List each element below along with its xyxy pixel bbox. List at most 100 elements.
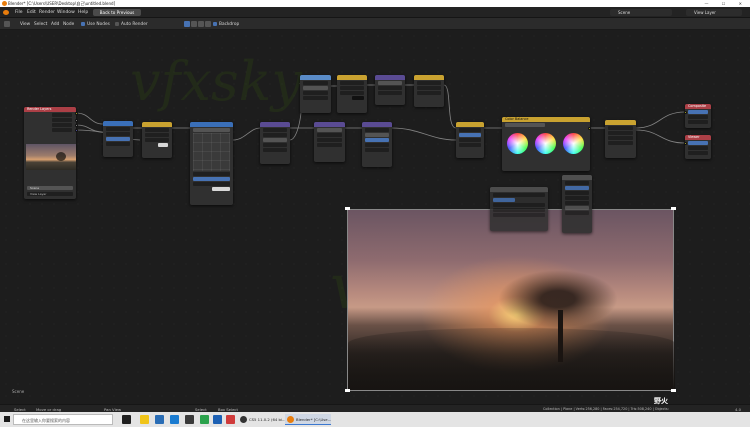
node-rgb-curves[interactable]	[190, 122, 233, 205]
glare-row-2	[303, 86, 328, 90]
node-mix-3[interactable]	[414, 75, 444, 107]
header-node[interactable]: Node	[63, 22, 74, 27]
mix-5-row-4	[608, 141, 633, 145]
view-layer-selector[interactable]: View Layer	[686, 9, 742, 16]
windows-taskbar: 在这里输入你要搜索的内容 CS5 11.0.2 (64 bi... Blende…	[0, 397, 750, 427]
backdrop-handle-tl[interactable]	[345, 207, 350, 210]
socket-render-normal[interactable]	[75, 129, 78, 132]
color-wheel-gain[interactable]	[563, 133, 584, 154]
backdrop-handle-tr[interactable]	[671, 207, 676, 210]
node-filter-4[interactable]	[362, 122, 392, 167]
socket-composite-image[interactable]	[684, 111, 687, 114]
curves-graph[interactable]	[193, 133, 230, 171]
mix-2-black-swatch[interactable]	[352, 96, 364, 100]
windows-start-icon[interactable]	[4, 416, 10, 422]
node-side-panel[interactable]	[562, 175, 592, 233]
node-mix-4[interactable]	[456, 122, 484, 158]
node-editor-header: View Select Add Node Use Nodes Auto Rend…	[0, 18, 750, 30]
socket-viewer-image[interactable]	[684, 142, 687, 145]
node-convert[interactable]	[103, 121, 133, 157]
blender-statusbar: Select Move or drag Pan View Select Box …	[0, 404, 750, 412]
socket-render-alpha[interactable]	[75, 119, 78, 122]
backdrop-handle-bl[interactable]	[345, 389, 350, 392]
header-view[interactable]: View	[20, 22, 30, 27]
mix-3-row-1	[417, 81, 441, 85]
filter-2-row-3	[378, 91, 402, 95]
composite-use-alpha[interactable]	[688, 110, 708, 114]
filter-4-row-5	[365, 148, 389, 152]
world-nodes-icon[interactable]	[205, 20, 211, 27]
blender-menu-icon[interactable]	[3, 10, 9, 15]
auto-render-checkbox[interactable]	[115, 21, 119, 26]
render-layers-output-normal	[52, 128, 72, 132]
node-mix-1[interactable]	[142, 122, 172, 158]
corner-logo-watermark: 野火	[654, 397, 668, 405]
filter-4-header	[362, 122, 392, 127]
mix-3-row-2	[417, 86, 441, 90]
header-select[interactable]: Select	[34, 22, 47, 27]
taskbar-app-blender[interactable]: Blender* [C:\Use...	[285, 414, 331, 425]
node-color-balance[interactable]: Color Balance	[502, 117, 590, 171]
taskbar-app-icon-7[interactable]	[226, 415, 235, 424]
viewer-image	[688, 146, 708, 150]
socket-render-depth[interactable]	[75, 124, 78, 127]
mix-3-header	[414, 75, 444, 80]
color-wheel-lift[interactable]	[507, 133, 528, 154]
back-to-previous-button[interactable]: Back to Previous	[93, 9, 141, 16]
menu-window[interactable]: Window	[57, 10, 75, 15]
edge-icon[interactable]	[170, 415, 179, 424]
scene-selector[interactable]: Scene	[610, 9, 672, 16]
mix-1-color-swatch[interactable]	[158, 143, 168, 147]
taskbar-app-icon-6[interactable]	[213, 415, 222, 424]
header-add[interactable]: Add	[51, 22, 59, 27]
color-balance-mode[interactable]	[505, 123, 545, 127]
mix-1-row-2	[145, 133, 169, 137]
blender-app-icon	[287, 416, 294, 423]
taskbar-app-cs5[interactable]: CS5 11.0.2 (64 bi...	[238, 414, 286, 425]
render-layers-output-depth	[52, 123, 72, 127]
node-viewer[interactable]: Viewer	[685, 135, 711, 159]
taskbar-app-icon-5[interactable]	[200, 415, 209, 424]
store-icon[interactable]	[155, 415, 164, 424]
task-view-icon[interactable]	[122, 415, 131, 424]
node-composite[interactable]: Composite	[685, 104, 711, 128]
compositor-icon[interactable]	[184, 20, 190, 27]
mix-2-row-2	[340, 86, 364, 90]
menu-file[interactable]: File	[15, 10, 23, 15]
window-controls[interactable]: — ☐ ✕	[705, 1, 748, 6]
curves-white-swatch[interactable]	[212, 187, 230, 191]
color-wheel-gamma[interactable]	[535, 133, 556, 154]
socket-color-balance-out[interactable]	[588, 127, 591, 130]
file-explorer-icon[interactable]	[140, 415, 149, 424]
taskbar-search-box[interactable]: 在这里输入你要搜索的内容	[13, 414, 113, 425]
viewer-use-alpha[interactable]	[688, 141, 708, 145]
render-layers-scene[interactable]: Scene	[27, 186, 73, 190]
backdrop-handle-br[interactable]	[671, 389, 676, 392]
node-glare[interactable]	[300, 75, 331, 113]
mix-5-row-3	[608, 136, 633, 140]
node-render-layers[interactable]: Render Layers Scene View Layer	[24, 107, 76, 199]
socket-render-image[interactable]	[75, 112, 78, 115]
glare-row-1	[303, 81, 328, 85]
render-layers-view-layer[interactable]: View Layer	[27, 192, 73, 196]
node-blur-1[interactable]	[260, 122, 290, 164]
filter-2-row-2	[378, 86, 402, 90]
backdrop-checkbox[interactable]	[213, 21, 217, 26]
curves-channel-tabs[interactable]	[193, 128, 230, 132]
menu-help[interactable]: Help	[78, 10, 88, 15]
mix-5-row-2	[608, 131, 633, 135]
render-layers-header: Render Layers	[24, 107, 76, 112]
node-filter-2[interactable]	[375, 75, 405, 105]
node-mix-2[interactable]	[337, 75, 367, 113]
node-mix-5[interactable]	[605, 120, 636, 158]
use-nodes-checkbox[interactable]	[81, 21, 85, 26]
taskbar-app-icon-4[interactable]	[185, 415, 194, 424]
menu-render[interactable]: Render	[39, 10, 55, 15]
editor-type-icon[interactable]	[4, 20, 10, 27]
shader-nodes-icon[interactable]	[198, 20, 204, 27]
node-filter-3[interactable]	[314, 122, 345, 162]
node-ellipse-mask[interactable]	[490, 187, 548, 231]
texture-nodes-icon[interactable]	[191, 20, 197, 27]
menu-edit[interactable]: Edit	[27, 10, 36, 15]
backdrop-image[interactable]	[347, 209, 675, 391]
